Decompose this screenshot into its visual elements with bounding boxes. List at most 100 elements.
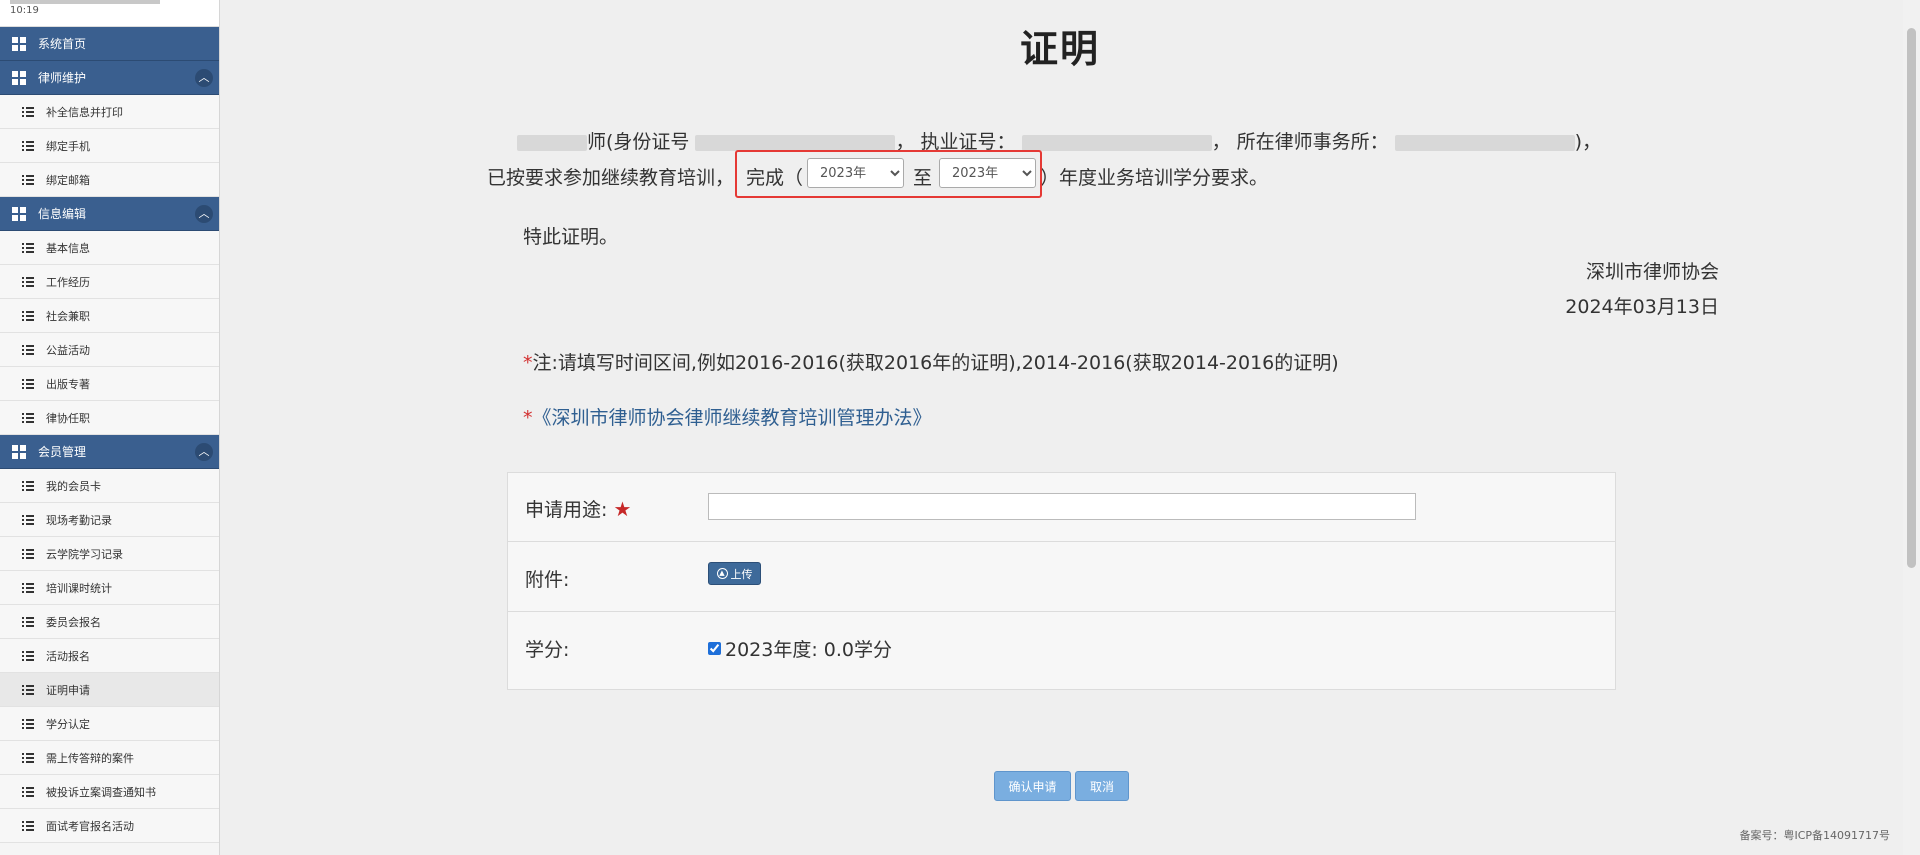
line2-suffix: ）年度业务培训学分要求。: [1040, 167, 1269, 189]
sidebar-item-credit-recognition[interactable]: 学分认定: [0, 707, 219, 741]
form-row-credits: 学分: 2023年度: 0.0学分: [508, 612, 1615, 690]
certificate-line-1: 师(身份证号 ， 执业证号： ， 所在律师事务所： )，: [517, 127, 1601, 154]
credit-label: 学分:: [525, 639, 570, 661]
list-icon: [22, 106, 34, 117]
purpose-label: 申请用途: ★: [525, 495, 631, 522]
sidebar-item-label: 现场考勤记录: [46, 513, 112, 527]
sidebar-time: 10:19: [10, 5, 39, 16]
sidebar-top-info: 10:19: [0, 0, 219, 27]
list-icon: [22, 820, 34, 831]
sidebar-item-complete-info[interactable]: 补全信息并打印: [0, 95, 219, 129]
sidebar-item-work-history[interactable]: 工作经历: [0, 265, 219, 299]
blurred-name: [517, 134, 587, 151]
list-icon: [22, 174, 34, 185]
sidebar-item-social-roles[interactable]: 社会兼职: [0, 299, 219, 333]
list-icon: [22, 480, 34, 491]
sidebar-item-association-roles[interactable]: 律协任职: [0, 401, 219, 435]
scrollbar-thumb[interactable]: [1907, 28, 1916, 568]
grid-icon: [12, 444, 26, 459]
list-icon: [22, 718, 34, 729]
sidebar-item-label: 补全信息并打印: [46, 105, 123, 119]
sidebar-item-label: 系统首页: [38, 37, 87, 51]
list-icon: [22, 616, 34, 627]
list-icon: [22, 650, 34, 661]
highlight-box: [735, 150, 1042, 198]
sidebar-section-membership[interactable]: 会员管理 ︿: [0, 435, 219, 469]
credit-checkbox[interactable]: [708, 642, 721, 655]
sidebar-item-certificate-request[interactable]: 证明申请: [0, 673, 219, 707]
grid-icon: [12, 36, 26, 51]
blurred-license-number: [1021, 134, 1212, 151]
sidebar-item-event-signup[interactable]: 活动报名: [0, 639, 219, 673]
chevron-up-icon[interactable]: ︿: [195, 205, 213, 223]
list-icon: [22, 514, 34, 525]
purpose-input[interactable]: [708, 493, 1416, 520]
sidebar-item-defense-cases[interactable]: 需上传答辩的案件: [0, 741, 219, 775]
line2-prefix: 已按要求参加继续教育培训，: [487, 167, 735, 189]
sidebar-item-label: 培训课时统计: [46, 581, 112, 595]
list-icon: [22, 582, 34, 593]
list-icon: [22, 378, 34, 389]
list-icon: [22, 140, 34, 151]
regulation-line: *《深圳市律师协会律师继续教育培训管理办法》: [523, 403, 932, 430]
line1-part-a: 师(身份证号: [587, 131, 690, 153]
upload-icon: ▲: [716, 568, 728, 579]
issuing-organization: 深圳市律师协会: [1585, 261, 1719, 283]
note-text: 注:请填写时间区间,例如2016-2016(获取2016年的证明),2014-2…: [532, 352, 1339, 374]
sidebar-item-committee-signup[interactable]: 委员会报名: [0, 605, 219, 639]
blurred-id-number: [695, 134, 896, 151]
confirm-button[interactable]: 确认申请: [994, 771, 1071, 801]
sidebar-section-label: 律师维护: [38, 71, 87, 85]
sidebar-section-info-edit[interactable]: 信息编辑 ︿: [0, 197, 219, 231]
issue-date: 2024年03月13日: [1565, 296, 1719, 318]
sidebar-item-member-card[interactable]: 我的会员卡: [0, 469, 219, 503]
page-title: 证明: [1019, 27, 1100, 71]
sidebar-item-publications[interactable]: 出版专著: [0, 367, 219, 401]
list-icon: [22, 548, 34, 559]
line1-part-c: ， 所在律师事务所：: [1211, 131, 1389, 153]
list-icon: [22, 684, 34, 695]
sidebar-item-complaint-notice[interactable]: 被投诉立案调查通知书: [0, 775, 219, 809]
sidebar-item-label: 公益活动: [46, 343, 90, 357]
sidebar-item-label: 学分认定: [46, 717, 90, 731]
sidebar-item-label: 被投诉立案调查通知书: [46, 785, 156, 799]
sidebar-item-basic-info[interactable]: 基本信息: [0, 231, 219, 265]
page-scrollbar[interactable]: [1903, 0, 1920, 855]
sidebar-item-label: 出版专著: [46, 377, 90, 391]
list-icon: [22, 786, 34, 797]
list-icon: [22, 752, 34, 763]
blurred-law-firm: [1394, 134, 1575, 151]
footer-icp: 备案号：粤ICP备14091717号: [1739, 829, 1890, 842]
form-row-purpose: 申请用途: ★: [508, 473, 1615, 542]
sidebar-item-examiner-signup[interactable]: 面试考官报名活动: [0, 809, 219, 843]
blurred-user-info: [10, 0, 160, 4]
main-content: 证明 师(身份证号 ， 执业证号： ， 所在律师事务所： )， 已按要求参加继续…: [220, 0, 1920, 855]
sidebar-item-attendance[interactable]: 现场考勤记录: [0, 503, 219, 537]
chevron-up-icon[interactable]: ︿: [195, 443, 213, 461]
upload-button[interactable]: ▲ 上传: [708, 562, 761, 585]
sidebar-item-label: 律协任职: [46, 411, 90, 425]
cancel-button[interactable]: 取消: [1075, 771, 1129, 801]
list-icon: [22, 412, 34, 423]
sidebar-item-cloud-learning[interactable]: 云学院学习记录: [0, 537, 219, 571]
sidebar-item-label: 证明申请: [46, 683, 90, 697]
sidebar-item-public-service[interactable]: 公益活动: [0, 333, 219, 367]
sidebar-item-training-hours[interactable]: 培训课时统计: [0, 571, 219, 605]
attachment-label: 附件:: [525, 569, 570, 591]
sidebar-item-label: 绑定邮箱: [46, 173, 90, 187]
sidebar-item-bind-email[interactable]: 绑定邮箱: [0, 163, 219, 197]
grid-icon: [12, 70, 26, 85]
sidebar-item-label: 面试考官报名活动: [46, 819, 134, 833]
sidebar-section-label: 会员管理: [38, 445, 87, 459]
certify-text: 特此证明。: [523, 226, 619, 248]
sidebar-section-lawyer-maintenance[interactable]: 律师维护 ︿: [0, 61, 219, 95]
sidebar-item-label: 基本信息: [46, 241, 90, 255]
sidebar-item-home[interactable]: 系统首页: [0, 27, 219, 61]
sidebar-item-label: 云学院学习记录: [46, 547, 123, 561]
chevron-up-icon[interactable]: ︿: [195, 69, 213, 87]
regulation-link[interactable]: 《深圳市律师协会律师继续教育培训管理办法》: [533, 407, 932, 429]
note-line: *注:请填写时间区间,例如2016-2016(获取2016年的证明),2014-…: [523, 348, 1339, 375]
required-star-icon: ★: [613, 497, 632, 521]
sidebar-item-bind-phone[interactable]: 绑定手机: [0, 129, 219, 163]
sidebar: 10:19 系统首页 律师维护 ︿ 补全信息并打印 绑定手机 绑定邮箱 信息编辑…: [0, 0, 220, 855]
